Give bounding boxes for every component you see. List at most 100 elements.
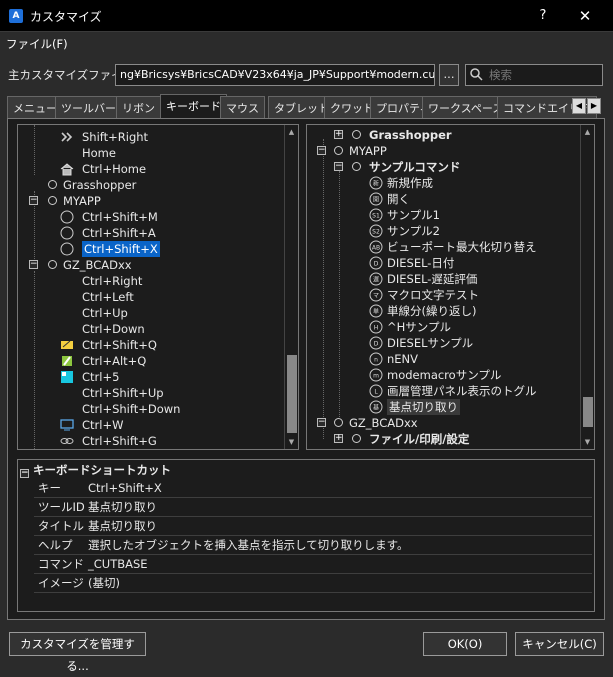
tree-item-9[interactable]: 遅 DIESEL-遅延評価 (307, 271, 579, 287)
manage-customize-button[interactable]: カスタマイズを管理する... (9, 632, 146, 673)
property-value[interactable]: _CUTBASE (88, 555, 148, 574)
tree-item-label: Grasshopper (369, 128, 452, 142)
tree-item-1[interactable]: − MYAPP (307, 143, 579, 159)
scroll-thumb[interactable] (287, 355, 297, 433)
tree-item-8[interactable]: D DIESEL-日付 (307, 255, 579, 271)
tree-item-0[interactable]: + Grasshopper (307, 127, 579, 143)
menu-file[interactable]: ファイル(F) (6, 36, 68, 52)
tree-item-ctrl-shift-up[interactable]: Ctrl+Shift+Up (18, 385, 283, 401)
collapse-icon[interactable]: − (317, 418, 326, 427)
tab-scroll-left-icon[interactable]: ◀ (572, 98, 586, 114)
tree-item-label: Ctrl+Shift+X (82, 241, 160, 257)
tree-item-myapp[interactable]: − MYAPP (18, 193, 283, 209)
property-value[interactable]: (基切) (88, 574, 120, 593)
collapse-icon[interactable]: − (317, 146, 326, 155)
collapse-icon[interactable]: − (29, 196, 38, 205)
main-file-field[interactable]: ng¥Bricsys¥BricsCAD¥V23x64¥ja_JP¥Support… (115, 64, 435, 86)
right-tree-scrollbar[interactable]: ▲ ▼ (580, 125, 594, 449)
shortcut-tree[interactable]: ▲ ▼ Shift+Right Home Ctrl+Home Grasshopper −… (17, 124, 299, 450)
tree-item-5[interactable]: S1 サンプル1 (307, 207, 579, 223)
property-row: ヘルプ 選択したオブジェクトを挿入基点を指示して切り取りします。 (34, 536, 592, 555)
bricscad-app-icon: A (9, 9, 23, 23)
tree-item-ctrl-w[interactable]: Ctrl+W (18, 417, 283, 433)
svg-text:AB: AB (372, 245, 380, 252)
tree-item-ctrl-right[interactable]: Ctrl+Right (18, 273, 283, 289)
command-icon: 新 (369, 176, 383, 190)
property-value[interactable]: 選択したオブジェクトを挿入基点を指示して切り取りします。 (88, 536, 409, 555)
tree-item-ctrl-5[interactable]: Ctrl+5 (18, 369, 283, 385)
left-tree-scrollbar[interactable]: ▲ ▼ (284, 125, 298, 449)
property-value[interactable]: 基点切り取り (88, 498, 157, 517)
tree-item-ctrl-shift-x[interactable]: Ctrl+Shift+X (18, 241, 283, 257)
tree-item-12[interactable]: H ^Hサンプル (307, 319, 579, 335)
scroll-up-icon[interactable]: ▲ (285, 125, 298, 139)
tree-item-ctrl-shift-g[interactable]: Ctrl+Shift+G (18, 433, 283, 449)
tree-item-2[interactable]: − サンプルコマンド (307, 159, 579, 175)
tree-item-ctrl-left[interactable]: Ctrl+Left (18, 289, 283, 305)
circle-node-icon (334, 146, 343, 155)
command-icon: L (369, 384, 383, 398)
scroll-thumb[interactable] (583, 397, 593, 427)
expand-icon[interactable]: + (334, 434, 343, 443)
tree-item-18[interactable]: − GZ_BCADxx (307, 415, 579, 431)
collapse-icon[interactable]: − (29, 260, 38, 269)
property-key: キー (38, 481, 61, 495)
tree-item-ctrl-shift-a[interactable]: Ctrl+Shift+A (18, 225, 283, 241)
tree-item-17[interactable]: 基基点切り取り (307, 399, 579, 415)
tree-item-ctrl-shift-down[interactable]: Ctrl+Shift+Down (18, 401, 283, 417)
tree-item-gz-bcadxx[interactable]: − GZ_BCADxx (18, 257, 283, 273)
tree-item-ctrl-shift-m[interactable]: Ctrl+Shift+M (18, 209, 283, 225)
tab-1[interactable]: ツールバー (55, 96, 122, 118)
tree-item-7[interactable]: AB ビューポート最大化切り替え (307, 239, 579, 255)
circle-node-icon (352, 162, 361, 171)
tab-2[interactable]: リボン (116, 96, 161, 118)
tree-item-label: ^Hサンプル (387, 320, 451, 334)
collapse-icon[interactable]: − (334, 162, 343, 171)
tree-item-3[interactable]: 新新規作成 (307, 175, 579, 191)
ok-button[interactable]: OK(O) (423, 632, 507, 656)
tree-item-16[interactable]: L 画層管理パネル表示のトグル (307, 383, 579, 399)
tree-item-ctrl-shift-q[interactable]: Ctrl+Shift+Q (18, 337, 283, 353)
collapse-icon[interactable]: − (20, 469, 29, 478)
svg-text:基: 基 (373, 404, 379, 412)
scroll-up-icon[interactable]: ▲ (581, 125, 594, 139)
close-button[interactable]: ✕ (570, 5, 600, 27)
command-icon: S1 (369, 208, 383, 222)
tree-item-11[interactable]: 単単線分(繰り返し) (307, 303, 579, 319)
tree-item-4[interactable]: 開 開く (307, 191, 579, 207)
circle-node-icon (48, 260, 57, 269)
command-icon (60, 210, 74, 224)
menu-bar (0, 34, 613, 54)
tree-item-ctrl-alt-q[interactable]: Ctrl+Alt+Q (18, 353, 283, 369)
tree-item-10[interactable]: マ マクロ文字テスト (307, 287, 579, 303)
tab-4[interactable]: マウス (220, 96, 265, 118)
help-button[interactable]: ? (528, 5, 558, 27)
scroll-down-icon[interactable]: ▼ (581, 435, 594, 449)
tree-item-ctrl-home[interactable]: Ctrl+Home (18, 161, 283, 177)
tree-item-home[interactable]: Home (18, 145, 283, 161)
tab-scroll-right-icon[interactable]: ▶ (587, 98, 601, 114)
tree-item-14[interactable]: n nENV (307, 351, 579, 367)
tree-item-19[interactable]: + ファイル/印刷/設定 (307, 431, 579, 447)
commands-tree[interactable]: ▲ ▼ + Grasshopper − MYAPP − サンプルコマンド新新規作成開開く S… (306, 124, 595, 450)
tab-3[interactable]: キーボード (160, 94, 227, 118)
browse-button[interactable]: ... (439, 64, 459, 86)
tree-item-shift-right[interactable]: Shift+Right (18, 129, 283, 145)
tree-item-label: DIESEL-日付 (387, 256, 455, 270)
tree-item-13[interactable]: D DIESELサンプル (307, 335, 579, 351)
cancel-button[interactable]: キャンセル(C) (515, 632, 604, 656)
tree-item-6[interactable]: S2 サンプル2 (307, 223, 579, 239)
property-value[interactable]: 基点切り取り (88, 517, 157, 536)
property-value[interactable]: Ctrl+Shift+X (88, 479, 162, 498)
tree-item-ctrl-up[interactable]: Ctrl+Up (18, 305, 283, 321)
tree-item-grasshopper[interactable]: Grasshopper (18, 177, 283, 193)
property-row: タイトル 基点切り取り (34, 517, 592, 536)
tree-item-ctrl-down[interactable]: Ctrl+Down (18, 321, 283, 337)
svg-text:H: H (374, 325, 379, 332)
svg-text:マ: マ (373, 293, 379, 300)
link-icon (60, 438, 74, 444)
scroll-down-icon[interactable]: ▼ (285, 435, 298, 449)
expand-icon[interactable]: + (334, 130, 343, 139)
tree-item-15[interactable]: m modemacroサンプル (307, 367, 579, 383)
search-input[interactable] (465, 64, 603, 86)
